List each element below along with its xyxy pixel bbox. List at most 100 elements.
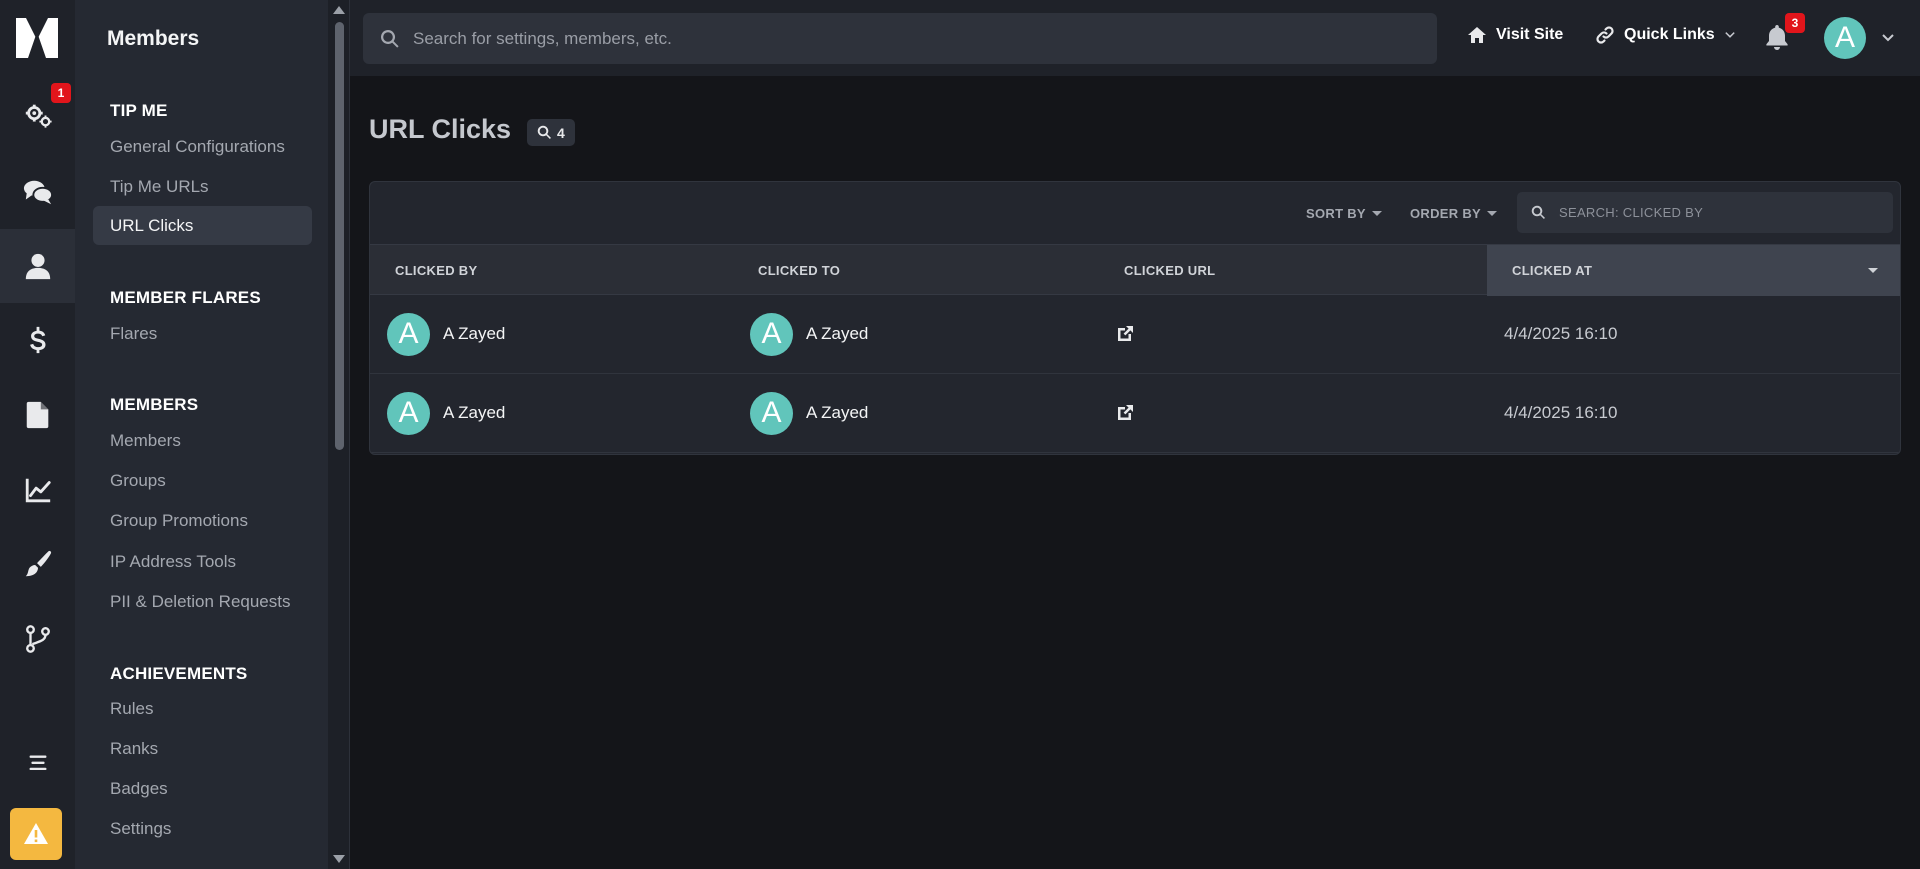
paint-brush-icon bbox=[25, 550, 51, 577]
icon-rail: 1 bbox=[0, 0, 75, 869]
brand-logo-icon[interactable] bbox=[16, 18, 58, 58]
rail-item-menu[interactable] bbox=[0, 726, 75, 800]
clicked-at-cell: 4/4/2025 16:10 bbox=[1504, 374, 1617, 452]
column-header-clicked-at[interactable]: CLICKED AT bbox=[1487, 245, 1900, 296]
table-row: A A Zayed A A Zayed 4/4/2025 16:10 bbox=[370, 295, 1900, 374]
global-search-input[interactable] bbox=[363, 13, 1437, 64]
result-count-chip: 4 bbox=[527, 119, 575, 146]
clicked-by-username[interactable]: A Zayed bbox=[443, 324, 505, 344]
sidebar-item-tip-me-urls[interactable]: Tip Me URLs bbox=[110, 177, 209, 197]
visit-site-button[interactable]: Visit Site bbox=[1467, 25, 1563, 45]
column-header-clicked-at-label: CLICKED AT bbox=[1512, 263, 1593, 278]
sidebar-item-ip-address-tools[interactable]: IP Address Tools bbox=[110, 552, 236, 572]
visit-site-label: Visit Site bbox=[1496, 26, 1564, 43]
user-icon bbox=[25, 253, 50, 280]
rail-item-billing[interactable] bbox=[0, 303, 75, 377]
sidebar-item-flares[interactable]: Flares bbox=[110, 324, 157, 344]
notification-badge: 3 bbox=[1785, 13, 1805, 33]
sort-by-dropdown[interactable]: SORT BY bbox=[1306, 206, 1382, 221]
order-by-label: ORDER BY bbox=[1410, 206, 1482, 221]
clicked-by-cell: A A Zayed bbox=[387, 374, 505, 452]
table-search bbox=[1517, 192, 1893, 233]
sidebar-title: Members bbox=[107, 27, 200, 50]
sort-by-label: SORT BY bbox=[1306, 206, 1366, 221]
global-search bbox=[363, 13, 1437, 64]
app-root: 1 Members TIP ME General Configurations … bbox=[0, 0, 1920, 869]
sort-desc-caret-icon bbox=[1868, 268, 1878, 273]
rail-item-pages[interactable] bbox=[0, 378, 75, 452]
section-sidebar: Members TIP ME General Configurations Ti… bbox=[75, 0, 328, 869]
table-header: CLICKED BY CLICKED TO CLICKED URL CLICKE… bbox=[370, 244, 1900, 296]
sidebar-item-group-promotions[interactable]: Group Promotions bbox=[110, 511, 248, 531]
quick-links-label: Quick Links bbox=[1624, 26, 1715, 43]
table-toolbar: SORT BY ORDER BY bbox=[370, 182, 1900, 244]
external-link-icon[interactable] bbox=[1115, 324, 1135, 344]
scroll-up-arrow-icon[interactable] bbox=[333, 6, 345, 14]
settings-badge: 1 bbox=[51, 83, 71, 103]
clicked-by-username[interactable]: A Zayed bbox=[443, 403, 505, 423]
caret-down-icon bbox=[1371, 211, 1382, 216]
sidebar-heading-member-flares: MEMBER FLARES bbox=[110, 288, 261, 307]
clicked-to-username[interactable]: A Zayed bbox=[806, 403, 868, 423]
external-link-icon[interactable] bbox=[1115, 403, 1135, 423]
user-avatar[interactable]: A bbox=[1824, 17, 1866, 59]
sidebar-heading-tip-me: TIP ME bbox=[110, 101, 168, 120]
sidebar-heading-members: MEMBERS bbox=[110, 395, 199, 414]
sidebar-item-badges[interactable]: Badges bbox=[110, 779, 168, 799]
sidebar-item-groups[interactable]: Groups bbox=[110, 471, 166, 491]
chat-bubbles-icon bbox=[23, 180, 53, 205]
sidebar-scrollbar[interactable] bbox=[328, 0, 350, 869]
quick-links-button[interactable]: Quick Links bbox=[1595, 25, 1736, 45]
avatar[interactable]: A bbox=[750, 391, 793, 435]
clicked-at-value: 4/4/2025 16:10 bbox=[1504, 403, 1618, 422]
clicked-url-cell bbox=[1115, 295, 1135, 373]
rail-item-integrations[interactable] bbox=[0, 602, 75, 676]
page-title: URL Clicks bbox=[369, 114, 512, 144]
dollar-icon bbox=[29, 326, 45, 354]
column-header-clicked-to[interactable]: CLICKED TO bbox=[733, 245, 1099, 296]
column-header-clicked-by[interactable]: CLICKED BY bbox=[370, 245, 733, 296]
scrollbar-thumb[interactable] bbox=[335, 22, 344, 450]
sidebar-heading-achievements: ACHIEVEMENTS bbox=[110, 664, 248, 683]
rail-item-themes[interactable] bbox=[0, 527, 75, 601]
avatar[interactable]: A bbox=[387, 391, 430, 435]
menu-lines-icon bbox=[29, 755, 46, 771]
table-row: A A Zayed A A Zayed 4/4/2025 16:10 bbox=[370, 374, 1900, 453]
rail-item-settings[interactable]: 1 bbox=[0, 78, 75, 152]
git-branch-icon bbox=[25, 625, 50, 653]
sidebar-item-rules[interactable]: Rules bbox=[110, 699, 153, 719]
link-icon bbox=[1596, 26, 1614, 44]
clicked-to-username[interactable]: A Zayed bbox=[806, 324, 868, 344]
line-chart-icon bbox=[25, 478, 51, 503]
rail-item-analytics[interactable] bbox=[0, 453, 75, 527]
table-search-input[interactable] bbox=[1517, 192, 1893, 233]
home-icon bbox=[1468, 27, 1486, 43]
clicked-to-cell: A A Zayed bbox=[750, 374, 868, 452]
clicked-to-cell: A A Zayed bbox=[750, 295, 868, 373]
sidebar-item-settings[interactable]: Settings bbox=[110, 819, 171, 839]
scroll-down-arrow-icon[interactable] bbox=[333, 855, 345, 863]
clicked-at-cell: 4/4/2025 16:10 bbox=[1504, 295, 1617, 373]
warning-button[interactable] bbox=[10, 808, 62, 860]
file-icon bbox=[26, 401, 48, 429]
sidebar-item-general-configurations[interactable]: General Configurations bbox=[110, 137, 285, 157]
avatar[interactable]: A bbox=[750, 312, 793, 356]
clicked-by-cell: A A Zayed bbox=[387, 295, 505, 373]
clicked-at-value: 4/4/2025 16:10 bbox=[1504, 324, 1618, 343]
sidebar-item-ranks[interactable]: Ranks bbox=[110, 739, 158, 759]
rail-item-chat[interactable] bbox=[0, 155, 75, 229]
gears-icon bbox=[25, 104, 52, 128]
order-by-dropdown[interactable]: ORDER BY bbox=[1410, 206, 1498, 221]
chevron-down-icon bbox=[1724, 32, 1735, 38]
clicked-url-cell bbox=[1115, 374, 1135, 452]
notifications-button[interactable]: 3 bbox=[1764, 13, 1805, 56]
caret-down-icon bbox=[1487, 211, 1498, 216]
sidebar-item-members[interactable]: Members bbox=[110, 431, 181, 451]
column-header-clicked-url[interactable]: CLICKED URL bbox=[1099, 245, 1452, 296]
sidebar-item-pii-deletion-requests[interactable]: PII & Deletion Requests bbox=[110, 592, 290, 612]
avatar[interactable]: A bbox=[387, 312, 430, 356]
top-bar: Visit Site Quick Links 3 A bbox=[350, 0, 1920, 76]
sidebar-item-url-clicks[interactable]: URL Clicks bbox=[93, 206, 312, 245]
account-chevron-down-icon[interactable] bbox=[1882, 34, 1894, 42]
rail-item-members[interactable] bbox=[0, 229, 75, 303]
